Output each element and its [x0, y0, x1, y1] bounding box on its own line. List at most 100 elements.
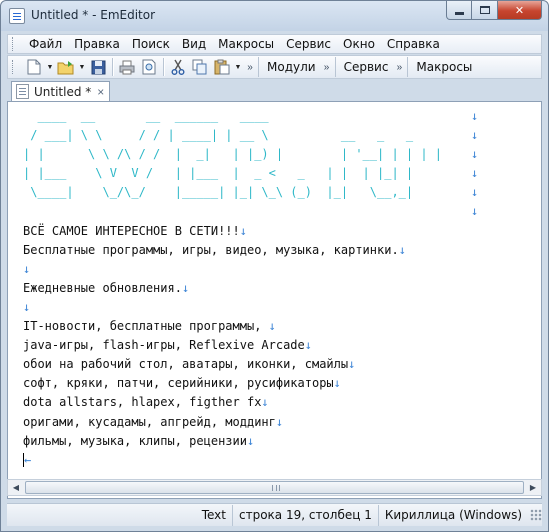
text-line: фильмы, музыка, клипы, рецензии↓ — [23, 432, 541, 451]
resize-grip-icon[interactable] — [530, 509, 542, 521]
close-icon: ✕ — [514, 4, 525, 17]
menu-search[interactable]: Поиск — [126, 35, 176, 53]
print-icon — [119, 60, 135, 74]
tools-toolbar-label[interactable]: Сервис — [340, 60, 393, 74]
tab-untitled[interactable]: Untitled * × — [11, 81, 110, 101]
text-line: java-игры, flash-игры, Reflexive Arcade↓ — [23, 336, 541, 355]
menu-edit[interactable]: Правка — [68, 35, 126, 53]
modules-toolbar-label[interactable]: Модули — [263, 60, 320, 74]
tab-label: Untitled * — [34, 84, 92, 99]
ascii-art-line-text: | |___ \ V V / | |___ | _ < _ | | | |_| … — [23, 166, 471, 181]
menu-grip[interactable] — [12, 37, 15, 51]
text-line-text: оригами, кусадамы, апгрейд, моддинг — [23, 414, 276, 429]
ascii-art-line-text: ____ __ __ ______ ____ — [23, 109, 471, 123]
print-preview-button[interactable] — [138, 57, 160, 77]
scroll-right-icon[interactable]: ▶ — [525, 480, 541, 495]
eol-mark: ↓ — [239, 223, 247, 238]
ascii-art-line-text: / ___| \ \ / / | ____| | __ \ __ _ _ — [23, 128, 471, 143]
text-line: ↓ — [23, 260, 541, 279]
menu-file[interactable]: Файл — [23, 35, 68, 53]
modules-overflow-icon[interactable]: » — [320, 62, 332, 73]
eol-mark: ↓ — [470, 128, 479, 143]
text-line-text: java-игры, flash-игры, Reflexive Arcade — [23, 338, 305, 353]
print-button[interactable] — [116, 57, 138, 77]
new-file-dropdown[interactable]: ▼ — [45, 57, 55, 77]
menu-window[interactable]: Окно — [337, 35, 381, 53]
toolbar-segment-modules: Модули » — [258, 57, 332, 77]
text-line-text: Ежедневные обновления. — [23, 280, 182, 295]
text-line: Ежедневные обновления.↓ — [23, 279, 541, 298]
text-line: ↓ — [23, 298, 541, 317]
text-line-text: IT-новости, бесплатные программы, — [23, 319, 269, 334]
text-line-text: софт, кряки, патчи, серийники, русификат… — [23, 376, 334, 391]
text-line-text: ВСЁ САМОЕ ИНТЕРЕСНОЕ В СЕТИ!!! — [23, 223, 240, 238]
close-button[interactable]: ✕ — [498, 1, 542, 20]
eol-mark: ↓ — [470, 109, 479, 123]
menu-help[interactable]: Справка — [381, 35, 446, 53]
copy-button[interactable] — [189, 57, 211, 77]
text-line: оригами, кусадамы, апгрейд, моддинг↓ — [23, 413, 541, 432]
paste-icon — [214, 59, 230, 75]
window-title: Untitled * - EmEditor — [31, 8, 156, 22]
ascii-art-line-text: | | \ \ /\ / / | _| | |_) | | '__| | | |… — [23, 147, 471, 162]
minimize-button[interactable] — [446, 1, 472, 20]
text-line: dota allstars, hlapex, figther fx↓ — [23, 393, 541, 412]
new-file-button[interactable] — [23, 57, 45, 77]
open-folder-icon — [57, 60, 74, 74]
copy-icon — [192, 59, 207, 75]
scroll-grip-icon — [272, 485, 280, 491]
editor-text-area[interactable]: ____ __ __ ______ ____ ↓ / ___| \ \ / / … — [23, 107, 541, 498]
toolbar-grip[interactable] — [12, 60, 15, 74]
eol-mark: ↓ — [261, 395, 269, 410]
eol-mark: ↓ — [181, 280, 190, 295]
eol-mark: ↓ — [23, 261, 31, 276]
eol-mark: ↓ — [470, 185, 479, 200]
open-button[interactable] — [55, 57, 77, 77]
menu-macros[interactable]: Макросы — [212, 35, 280, 53]
menu-view[interactable]: Вид — [176, 35, 212, 53]
text-editor[interactable]: ____ __ __ ______ ____ ↓ / ___| \ \ / / … — [7, 101, 542, 499]
eol-mark: ↓ — [348, 357, 356, 372]
save-icon — [91, 60, 105, 74]
toolbar-separator — [112, 58, 113, 76]
eol-mark: ↓ — [23, 299, 31, 314]
app-icon[interactable] — [9, 8, 25, 24]
text-line: IT-новости, бесплатные программы, ↓ — [23, 317, 541, 336]
minimize-icon — [454, 11, 464, 15]
end-of-file-line: ← — [23, 451, 541, 470]
menu-tools[interactable]: Сервис — [280, 35, 337, 53]
macros-toolbar-label[interactable]: Макросы — [412, 60, 476, 74]
emeditor-window: Untitled * - EmEditor ✕ Файл Правка Поис… — [0, 0, 549, 532]
status-position[interactable]: строка 19, столбец 1 — [231, 504, 378, 526]
title-bar[interactable]: Untitled * - EmEditor ✕ — [1, 1, 548, 31]
ascii-art-line: ____ __ __ ______ ____ ↓ — [23, 107, 541, 126]
tools-overflow-icon[interactable]: » — [392, 62, 404, 73]
status-encoding[interactable]: Кириллица (Windows) — [377, 504, 528, 526]
maximize-button[interactable] — [472, 1, 498, 20]
paste-button[interactable] — [211, 57, 233, 77]
cut-button[interactable] — [167, 57, 189, 77]
ascii-art-line: | |___ \ V V / | |___ | _ < _ | | | |_| … — [23, 164, 541, 183]
open-dropdown[interactable]: ▼ — [77, 57, 87, 77]
scroll-thumb[interactable] — [25, 481, 524, 494]
scroll-left-icon[interactable]: ◀ — [8, 480, 24, 495]
eol-mark: ↓ — [333, 376, 341, 391]
horizontal-scrollbar[interactable]: ◀ ▶ — [7, 479, 542, 496]
eol-mark: ↓ — [304, 338, 312, 353]
cut-icon — [171, 59, 185, 75]
paste-dropdown[interactable]: ▼ — [233, 57, 243, 77]
ascii-art-line: \____| \_/\_/ |_____| |_| \_\ (_) |_| \_… — [23, 183, 541, 202]
standard-toolbar: ▼ ▼ ▼ » Модули » Сервис » Макросы — [7, 55, 542, 79]
save-button[interactable] — [87, 57, 109, 77]
toolbar-overflow-icon[interactable]: » — [243, 62, 255, 73]
document-icon — [16, 84, 29, 99]
document-tab-bar: Untitled * × — [7, 81, 542, 101]
caption-buttons: ✕ — [446, 1, 542, 21]
status-mode[interactable]: Text — [196, 505, 232, 526]
text-line: софт, кряки, патчи, серийники, русификат… — [23, 374, 541, 393]
tab-close-icon[interactable]: × — [97, 85, 104, 99]
eol-mark: ↓ — [398, 242, 406, 257]
eof-mark: ← — [24, 452, 32, 467]
text-line: ВСЁ САМОЕ ИНТЕРЕСНОЕ В СЕТИ!!!↓ — [23, 222, 541, 241]
text-line-text: dota allstars, hlapex, figther fx — [23, 395, 262, 410]
